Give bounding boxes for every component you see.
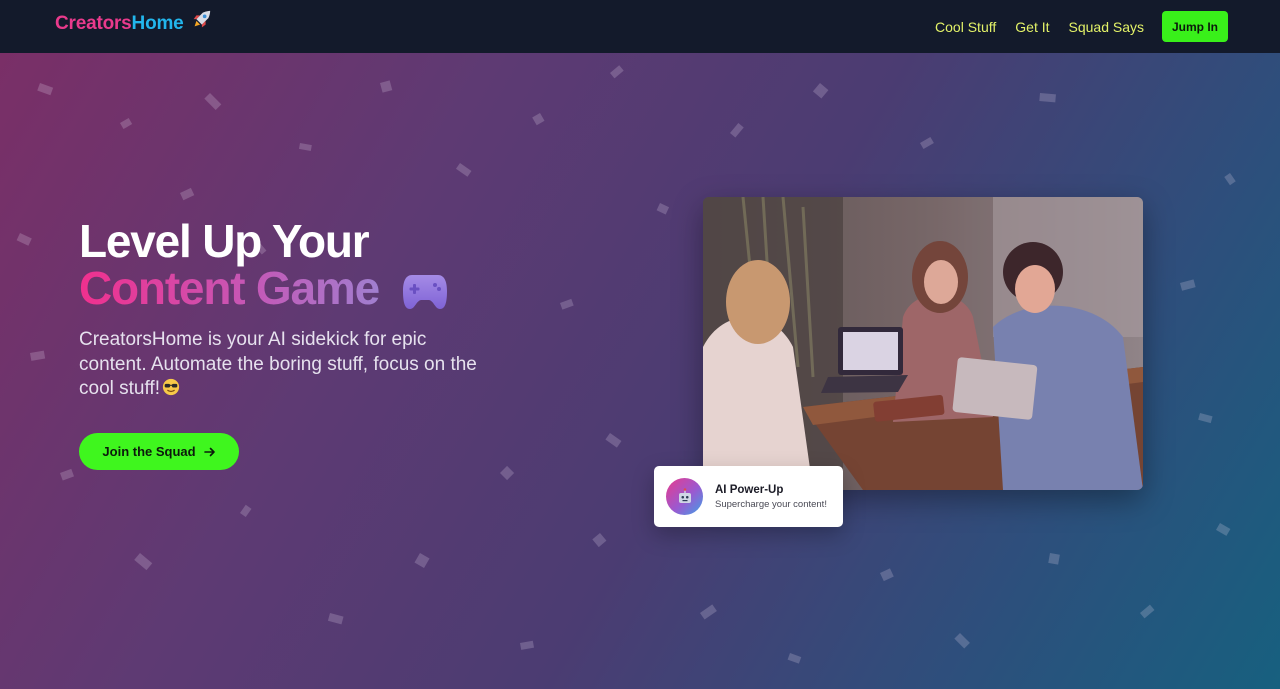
- ai-power-up-card: AI Power-Up Supercharge your content!: [654, 466, 843, 527]
- join-the-squad-button[interactable]: Join the Squad: [79, 433, 239, 470]
- robot-icon: [678, 487, 691, 503]
- hero-title-line2: Content Game: [79, 262, 380, 314]
- join-the-squad-label: Join the Squad: [102, 444, 196, 459]
- brand-name-part1: Creators: [55, 13, 132, 34]
- nav-link-cool-stuff[interactable]: Cool Stuff: [935, 12, 996, 42]
- hero-description-text: CreatorsHome is your AI sidekick for epi…: [79, 329, 477, 399]
- robot-avatar: [666, 478, 703, 515]
- nav-link-squad-says[interactable]: Squad Says: [1069, 12, 1145, 42]
- top-navbar: CreatorsHome Cool Stuff Get It Squad Say…: [0, 0, 1280, 53]
- jump-in-button[interactable]: Jump In: [1162, 11, 1228, 42]
- brand-logo[interactable]: CreatorsHome: [55, 13, 184, 35]
- nav-link-get-it[interactable]: Get It: [1015, 12, 1049, 42]
- card-subtitle: Supercharge your content!: [715, 499, 827, 510]
- hero-section: Level Up Your Content Game CreatorsHome …: [0, 53, 1280, 689]
- hero-description: CreatorsHome is your AI sidekick for epi…: [79, 328, 479, 402]
- rocket-icon: [193, 10, 211, 28]
- gamepad-icon: [403, 275, 447, 309]
- hero-title-line1: Level Up Your: [79, 215, 370, 267]
- hero-team-photo: [703, 197, 1143, 490]
- arrow-right-icon: [203, 447, 215, 456]
- sunglasses-emoji-icon: [162, 378, 180, 396]
- brand-name-part2: Home: [131, 13, 184, 34]
- card-title: AI Power-Up: [715, 484, 784, 496]
